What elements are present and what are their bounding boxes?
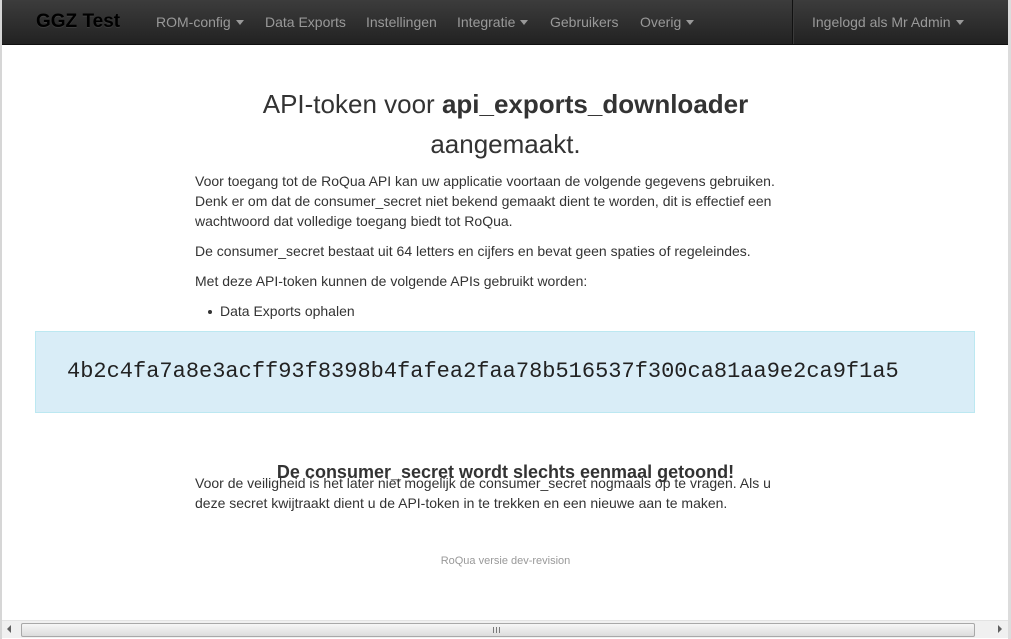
nav-item-label: Integratie [457, 14, 516, 30]
caret-down-icon [955, 19, 964, 25]
nav-item-label: Instellingen [366, 14, 437, 30]
page-title-prefix: API-token voor [262, 89, 442, 119]
caret-down-icon [235, 19, 244, 25]
nav-item-gebruikers[interactable]: Gebruikers [550, 0, 618, 44]
scroll-left-button[interactable] [2, 621, 19, 638]
caret-down-icon [686, 19, 695, 25]
grip-icon [493, 627, 501, 633]
token-name: api_exports_downloader [441, 89, 749, 119]
apis-intro-paragraph: Met deze API-token kunnen de volgende AP… [195, 273, 588, 289]
page-title-suffix: aangemaakt. [430, 129, 581, 159]
warning-paragraph: Voor de veiligheid is het later niet mog… [195, 475, 771, 511]
user-menu[interactable]: Ingelogd als Mr Admin [812, 0, 964, 44]
brand-link[interactable]: GGZ Test [36, 0, 120, 44]
page-title: API-token voor api_exports_downloader aa… [0, 84, 1011, 164]
page-title-line-1: API-token voor api_exports_downloader [0, 84, 1011, 124]
bullet-icon [208, 310, 212, 314]
navbar-divider [792, 0, 793, 44]
arrow-left-icon [7, 625, 11, 633]
nav-item-label: Gebruikers [550, 14, 619, 30]
api-list-item-label: Data Exports ophalen [220, 303, 355, 319]
scrollbar-thumb[interactable] [21, 623, 975, 637]
nav-item-label: ROM-config [156, 14, 231, 30]
caret-down-icon [520, 19, 529, 25]
nav-item-rom-config[interactable]: ROM-config [156, 0, 244, 44]
nav-item-data-exports[interactable]: Data Exports [265, 0, 346, 44]
scroll-right-button[interactable] [991, 621, 1008, 638]
top-navbar: GGZ Test ROM-config Data Exports Instell… [2, 0, 1008, 45]
consumer-secret-token[interactable]: 4b2c4fa7a8e3acff93f8398b4fafea2faa78b516… [67, 358, 899, 386]
intro-paragraph: Voor toegang tot de RoQua API kan uw app… [195, 173, 775, 229]
token-box: 4b2c4fa7a8e3acff93f8398b4fafea2faa78b516… [35, 331, 975, 413]
nav-item-integratie[interactable]: Integratie [457, 0, 529, 44]
nav-item-instellingen[interactable]: Instellingen [366, 0, 437, 44]
secret-info-paragraph: De consumer_secret bestaat uit 64 letter… [195, 243, 751, 259]
horizontal-scrollbar[interactable] [2, 620, 1008, 638]
nav-item-label: Data Exports [265, 14, 346, 30]
user-menu-label: Ingelogd als Mr Admin [812, 14, 951, 30]
footer-version: RoQua versie dev-revision [440, 555, 571, 567]
arrow-right-icon [998, 625, 1002, 633]
nav-item-overig[interactable]: Overig [640, 0, 695, 44]
nav-item-label: Overig [640, 14, 682, 30]
